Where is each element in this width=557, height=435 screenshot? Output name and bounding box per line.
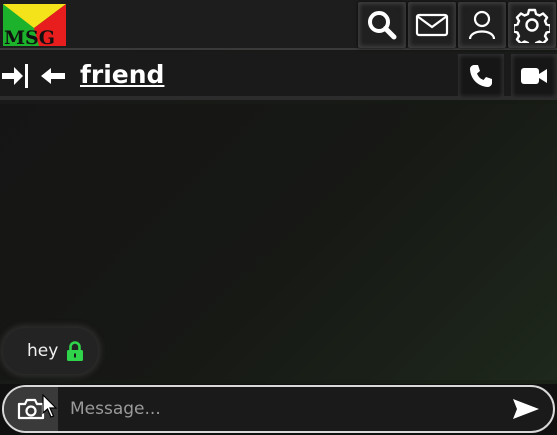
svg-text:MSG: MSG bbox=[4, 27, 55, 46]
message-list[interactable]: hey bbox=[0, 104, 557, 380]
message-bubble[interactable]: hey bbox=[3, 328, 99, 374]
settings-button[interactable] bbox=[508, 2, 556, 48]
send-icon bbox=[513, 399, 539, 419]
video-camera-icon bbox=[521, 68, 547, 84]
message-input[interactable] bbox=[62, 391, 502, 427]
back-button[interactable] bbox=[40, 62, 68, 90]
camera-icon bbox=[17, 398, 45, 420]
arrow-to-right-icon bbox=[2, 64, 28, 88]
video-call-button[interactable] bbox=[511, 54, 557, 98]
arrow-left-icon bbox=[41, 68, 65, 84]
mail-icon bbox=[415, 13, 449, 37]
messenger-app: MSG friend hey Message... bbox=[0, 0, 557, 435]
collapse-sidebar-button[interactable] bbox=[2, 62, 30, 90]
message-text: hey bbox=[27, 341, 59, 361]
mail-button[interactable] bbox=[408, 2, 456, 48]
send-button[interactable] bbox=[509, 393, 543, 425]
search-icon bbox=[368, 11, 397, 40]
profile-button[interactable] bbox=[458, 2, 506, 48]
phone-icon bbox=[470, 65, 492, 87]
chat-header: friend bbox=[0, 52, 557, 100]
lock-icon bbox=[67, 341, 84, 361]
gear-icon bbox=[514, 8, 550, 43]
user-icon bbox=[468, 10, 496, 40]
composer-bar bbox=[0, 384, 557, 435]
contact-name[interactable]: friend bbox=[80, 58, 164, 92]
composer bbox=[2, 385, 555, 433]
top-bar: MSG bbox=[0, 0, 557, 50]
search-button[interactable] bbox=[358, 2, 406, 48]
mouse-cursor-icon bbox=[42, 394, 58, 418]
app-logo[interactable]: MSG bbox=[3, 4, 66, 46]
voice-call-button[interactable] bbox=[458, 54, 504, 98]
